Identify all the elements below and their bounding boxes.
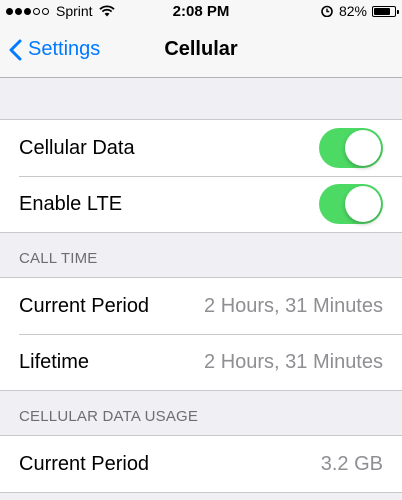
row-label: Current Period [19,452,150,475]
toggle-knob [345,130,381,166]
call-time-lifetime-row: Lifetime 2 Hours, 31 Minutes [0,334,402,390]
call-time-group: Current Period 2 Hours, 31 Minutes Lifet… [0,277,402,391]
cellular-data-row: Cellular Data [0,120,402,176]
enable-lte-toggle[interactable] [319,184,383,224]
data-usage-group: Current Period 3.2 GB [0,435,402,493]
cellular-data-toggle[interactable] [319,128,383,168]
battery-level-fill [374,7,391,15]
row-value: 2 Hours, 31 Minutes [204,350,383,373]
chevron-left-icon [9,39,22,60]
enable-lte-row: Enable LTE [0,176,402,232]
battery-icon [372,5,399,17]
status-right: 82% [321,3,399,19]
row-label: Lifetime [19,350,90,373]
call-time-header: CALL TIME [19,250,98,267]
cellular-toggles-group: Cellular Data Enable LTE [0,119,402,233]
row-value: 2 Hours, 31 Minutes [204,294,383,317]
data-usage-current-period-row: Current Period 3.2 GB [0,436,402,492]
call-time-current-period-row: Current Period 2 Hours, 31 Minutes [0,278,402,334]
toggle-knob [345,186,381,222]
battery-tip [397,9,399,14]
status-bar: Sprint 2:08 PM 82% [0,0,402,22]
back-button[interactable]: Settings [8,22,100,77]
row-label: Current Period [19,294,150,317]
alarm-icon [321,5,333,17]
data-usage-header: CELLULAR DATA USAGE [19,408,199,425]
navigation-bar: Settings Cellular [0,22,402,78]
back-button-label: Settings [28,38,101,60]
enable-lte-label: Enable LTE [19,192,123,215]
cellular-data-label: Cellular Data [19,136,135,159]
battery-percent: 82% [338,3,367,19]
row-value: 3.2 GB [320,452,383,475]
